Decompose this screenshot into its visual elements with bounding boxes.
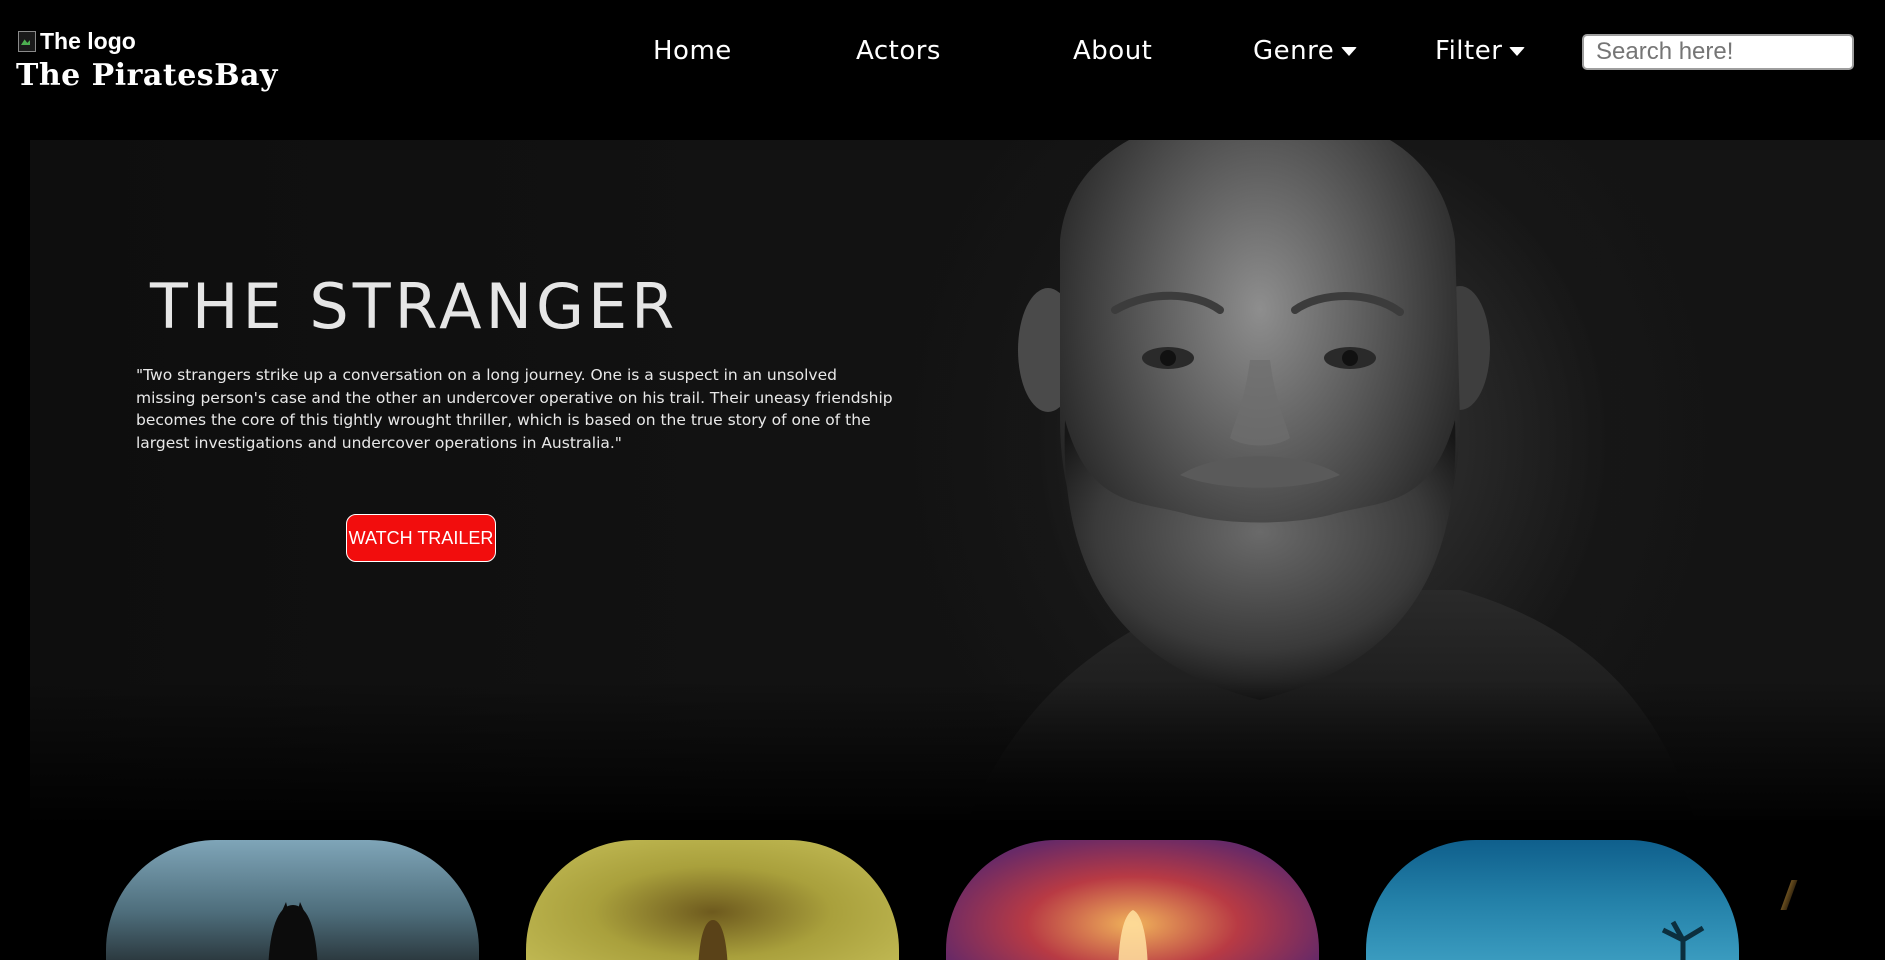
card-poster-figure — [1118, 910, 1147, 960]
card-poster-figure — [698, 920, 727, 960]
card-poster-figure — [1661, 920, 1705, 960]
nav-actors[interactable]: Actors — [856, 36, 941, 66]
next-card-peek[interactable] — [1780, 880, 1798, 910]
search-input[interactable] — [1582, 34, 1854, 70]
movie-cards-row — [0, 840, 1885, 960]
site-name[interactable]: The PiratesBay — [16, 58, 278, 93]
nav-filter-label: Filter — [1435, 36, 1503, 66]
caret-down-icon — [1509, 46, 1526, 56]
caret-down-icon — [1341, 46, 1358, 56]
nav-filter-dropdown[interactable]: Filter — [1435, 36, 1526, 66]
card-poster-figure — [268, 902, 317, 960]
broken-image-icon — [16, 30, 38, 52]
watch-trailer-button[interactable]: WATCH TRAILER — [346, 514, 496, 562]
site-header: The logo The PiratesBay Home Actors Abou… — [0, 0, 1885, 140]
nav-actors-label: Actors — [856, 36, 941, 66]
nav-home-label: Home — [653, 36, 732, 66]
movie-card[interactable] — [526, 840, 899, 960]
movie-card[interactable] — [946, 840, 1319, 960]
movie-card[interactable] — [1366, 840, 1739, 960]
movie-card[interactable] — [106, 840, 479, 960]
nav-home[interactable]: Home — [653, 36, 732, 66]
logo-image[interactable]: The logo — [16, 26, 278, 56]
logo-alt-text: The logo — [40, 27, 136, 54]
nav-genre-dropdown[interactable]: Genre — [1253, 36, 1358, 66]
movie-description: "Two strangers strike up a conversation … — [136, 366, 893, 452]
nav-about[interactable]: About — [1073, 36, 1152, 66]
logo-area[interactable]: The logo The PiratesBay — [16, 26, 278, 94]
hero-bottom-fade — [30, 680, 1885, 820]
hero-banner: THE STRANGER "Two strangers strike up a … — [30, 140, 1885, 820]
nav-about-label: About — [1073, 36, 1153, 66]
nav-genre-label: Genre — [1253, 36, 1335, 66]
movie-title: THE STRANGER — [150, 270, 679, 343]
